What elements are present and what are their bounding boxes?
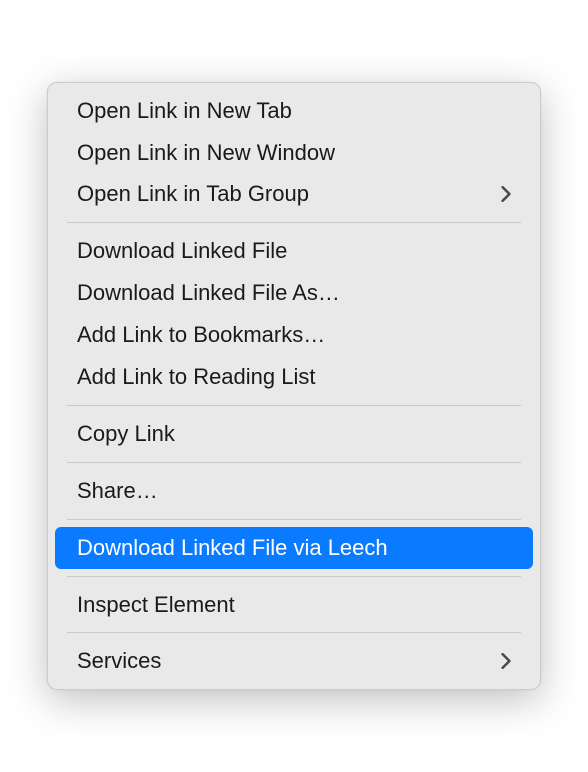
menu-item-open-link-new-window[interactable]: Open Link in New Window	[55, 132, 533, 174]
menu-separator	[67, 632, 521, 633]
menu-item-label: Open Link in New Window	[77, 137, 335, 169]
menu-item-label: Open Link in New Tab	[77, 95, 292, 127]
chevron-right-icon	[501, 653, 511, 669]
menu-item-add-link-reading-list[interactable]: Add Link to Reading List	[55, 356, 533, 398]
menu-item-download-linked-file-via-leech[interactable]: Download Linked File via Leech	[55, 527, 533, 569]
menu-item-label: Share…	[77, 475, 158, 507]
context-menu: Open Link in New Tab Open Link in New Wi…	[47, 82, 541, 691]
menu-item-label: Services	[77, 645, 161, 677]
menu-item-label: Download Linked File As…	[77, 277, 340, 309]
menu-item-download-linked-file-as[interactable]: Download Linked File As…	[55, 272, 533, 314]
menu-item-add-link-bookmarks[interactable]: Add Link to Bookmarks…	[55, 314, 533, 356]
menu-separator	[67, 222, 521, 223]
menu-item-label: Add Link to Reading List	[77, 361, 316, 393]
menu-item-services[interactable]: Services	[55, 640, 533, 682]
menu-item-label: Inspect Element	[77, 589, 235, 621]
menu-separator	[67, 462, 521, 463]
menu-item-open-link-new-tab[interactable]: Open Link in New Tab	[55, 90, 533, 132]
menu-item-label: Download Linked File via Leech	[77, 532, 388, 564]
menu-separator	[67, 405, 521, 406]
chevron-right-icon	[501, 186, 511, 202]
menu-item-label: Copy Link	[77, 418, 175, 450]
menu-separator	[67, 576, 521, 577]
menu-item-open-link-tab-group[interactable]: Open Link in Tab Group	[55, 173, 533, 215]
menu-item-inspect-element[interactable]: Inspect Element	[55, 584, 533, 626]
menu-item-copy-link[interactable]: Copy Link	[55, 413, 533, 455]
menu-item-label: Add Link to Bookmarks…	[77, 319, 325, 351]
menu-item-share[interactable]: Share…	[55, 470, 533, 512]
menu-item-label: Download Linked File	[77, 235, 287, 267]
menu-separator	[67, 519, 521, 520]
menu-item-label: Open Link in Tab Group	[77, 178, 309, 210]
menu-item-download-linked-file[interactable]: Download Linked File	[55, 230, 533, 272]
